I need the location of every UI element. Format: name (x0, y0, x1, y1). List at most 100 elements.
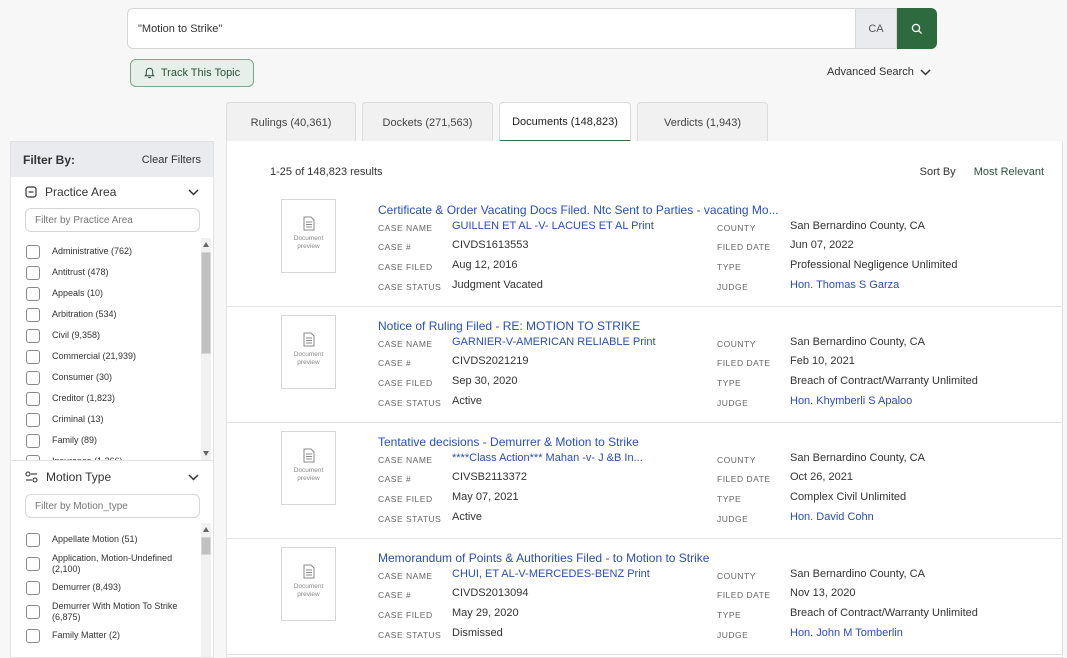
field-label: CASE FILED (378, 610, 433, 620)
track-topic-label: Track This Topic (160, 67, 241, 79)
tab-documents[interactable]: Documents (148,823) (499, 102, 631, 142)
document-preview-thumbnail[interactable]: Document preview (281, 199, 336, 273)
chevron-down-icon (920, 68, 931, 76)
filter-option[interactable]: Commercial (21,939) (11, 346, 213, 367)
judge-link[interactable]: Hon. David Cohn (790, 511, 874, 523)
filter-option[interactable]: Antitrust (478) (11, 262, 213, 283)
field-value: May 29, 2020 (452, 607, 519, 619)
result-title-link[interactable]: Certificate & Order Vacating Docs Filed.… (378, 203, 779, 217)
field-value: CIVSB2113372 (452, 471, 528, 483)
scroll-up-icon (203, 527, 209, 532)
bell-icon (144, 67, 155, 79)
field-label: CASE # (378, 358, 412, 368)
document-preview-thumbnail[interactable]: Document preview (281, 431, 336, 505)
result-title-link[interactable]: Memorandum of Points & Authorities Filed… (378, 551, 709, 565)
field-value: Dismissed (452, 627, 503, 639)
state-selector[interactable]: CA (855, 8, 897, 49)
filter-option-label: Administrative (762) (52, 246, 133, 256)
case-name-link[interactable]: GARNIER-V-AMERICAN RELIABLE Print (452, 336, 656, 348)
checkbox[interactable] (26, 286, 40, 301)
clear-filters-link[interactable]: Clear Filters (142, 154, 201, 166)
document-preview-thumbnail[interactable]: Document preview (281, 547, 336, 621)
checkbox[interactable] (26, 307, 40, 322)
checkbox[interactable] (26, 454, 40, 460)
field-value: Professional Negligence Unlimited (790, 259, 958, 271)
judge-link[interactable]: Hon. Thomas S Garza (790, 279, 899, 291)
practice-area-filter-input[interactable] (25, 208, 200, 232)
filter-option[interactable]: Consumer (30) (11, 367, 213, 388)
result-title-link[interactable]: Notice of Ruling Filed - RE: MOTION TO S… (378, 319, 640, 333)
filter-option[interactable]: Arbitration (534) (11, 304, 213, 325)
motion-type-filter-input[interactable] (25, 494, 200, 518)
scroll-thumb[interactable] (201, 537, 211, 555)
field-row: CASE # CIVSB2113372 FILED DATE Oct 26, 2021 (378, 471, 1018, 487)
sort-selector[interactable]: Most Relevant (974, 166, 1044, 178)
filter-option[interactable]: Family Matter (2) (11, 625, 213, 646)
case-name-link[interactable]: CHUI, ET AL-V-MERCEDES-BENZ Print (452, 568, 650, 580)
field-label: CASE # (378, 590, 412, 600)
case-name-link[interactable]: GUILLEN ET AL -V- LACUES ET AL Print (452, 220, 654, 232)
preview-caption: Document preview (293, 583, 324, 598)
tab-verdicts[interactable]: Verdicts (1,943) (637, 102, 768, 142)
scrollbar[interactable] (201, 238, 211, 460)
checkbox[interactable] (26, 556, 40, 571)
field-value: Nov 13, 2020 (790, 587, 856, 599)
document-preview-thumbnail[interactable]: Document preview (281, 315, 336, 389)
field-row: CASE STATUS Dismissed JUDGE Hon. John M Tom… (378, 627, 1018, 643)
case-name-link[interactable]: ****Class Action*** Mahan -v- J &B In... (452, 452, 643, 464)
checkbox[interactable] (26, 628, 40, 643)
tab-dockets[interactable]: Dockets (271,563) (362, 102, 493, 142)
checkbox[interactable] (26, 532, 40, 547)
filter-option[interactable]: Demurrer (8,493) (11, 577, 213, 598)
practice-area-header[interactable]: Practice Area (11, 178, 213, 206)
field-label: FILED DATE (717, 474, 771, 484)
judge-link[interactable]: Hon. John M Tomberlin (790, 627, 903, 639)
field-value: CIVDS2013094 (452, 587, 529, 599)
track-topic-button[interactable]: Track This Topic (130, 59, 254, 87)
filter-option[interactable]: Appellate Motion (51) (11, 529, 213, 550)
motion-type-header[interactable]: Motion Type (11, 463, 213, 491)
search-button[interactable] (897, 8, 937, 49)
field-label: TYPE (717, 262, 742, 272)
filter-option-label: Insurance (1,266) (52, 456, 187, 460)
filter-option[interactable]: Criminal (13) (11, 409, 213, 430)
filter-option[interactable]: Family (89) (11, 430, 213, 451)
advanced-search-toggle[interactable]: Advanced Search (827, 66, 931, 78)
checkbox[interactable] (26, 433, 40, 448)
practice-area-list: Administrative (762) Antitrust (478) Appea… (11, 238, 213, 460)
field-value: Oct 26, 2021 (790, 471, 853, 483)
checkbox[interactable] (26, 370, 40, 385)
field-label: COUNTY (717, 571, 756, 581)
checkbox[interactable] (26, 328, 40, 343)
field-label: CASE NAME (378, 455, 433, 465)
motion-type-list: Appellate Motion (51) Application, Motion… (11, 523, 213, 657)
filter-option[interactable]: Administrative (762) (11, 241, 213, 262)
field-value: Jun 07, 2022 (790, 239, 854, 251)
field-label: CASE STATUS (378, 514, 442, 524)
result-title-link[interactable]: Tentative decisions - Demurrer & Motion … (378, 435, 639, 449)
checkbox[interactable] (26, 349, 40, 364)
document-icon (303, 564, 314, 579)
filter-option[interactable]: Creditor (1,823) (11, 388, 213, 409)
tab-rulings[interactable]: Rulings (40,361) (226, 102, 356, 142)
result-tabs: Rulings (40,361) Dockets (271,563) Docum… (226, 102, 768, 142)
filter-option[interactable]: Demurrer With Motion To Strike (6,875) (11, 598, 213, 625)
judge-link[interactable]: Hon. Khymberli S Apaloo (790, 395, 912, 407)
checkbox[interactable] (26, 391, 40, 406)
search-input[interactable] (127, 8, 855, 49)
checkbox[interactable] (26, 265, 40, 280)
filter-option[interactable]: Civil (9,358) (11, 325, 213, 346)
checkbox[interactable] (26, 412, 40, 427)
filter-option[interactable]: Insurance (1,266) (11, 451, 213, 460)
checkbox[interactable] (26, 580, 40, 595)
filter-option[interactable]: Appeals (10) (11, 283, 213, 304)
scrollbar[interactable] (201, 523, 211, 657)
filter-option-label: Commercial (21,939) (52, 351, 137, 361)
checkbox[interactable] (26, 604, 40, 619)
checkbox[interactable] (26, 244, 40, 259)
tab-label: Dockets (271,563) (382, 116, 473, 129)
scroll-thumb[interactable] (201, 252, 211, 354)
field-label: JUDGE (717, 514, 749, 524)
field-value: Breach of Contract/Warranty Unlimited (790, 607, 978, 619)
filter-option[interactable]: Application, Motion-Undefined (2,100) (11, 550, 213, 577)
